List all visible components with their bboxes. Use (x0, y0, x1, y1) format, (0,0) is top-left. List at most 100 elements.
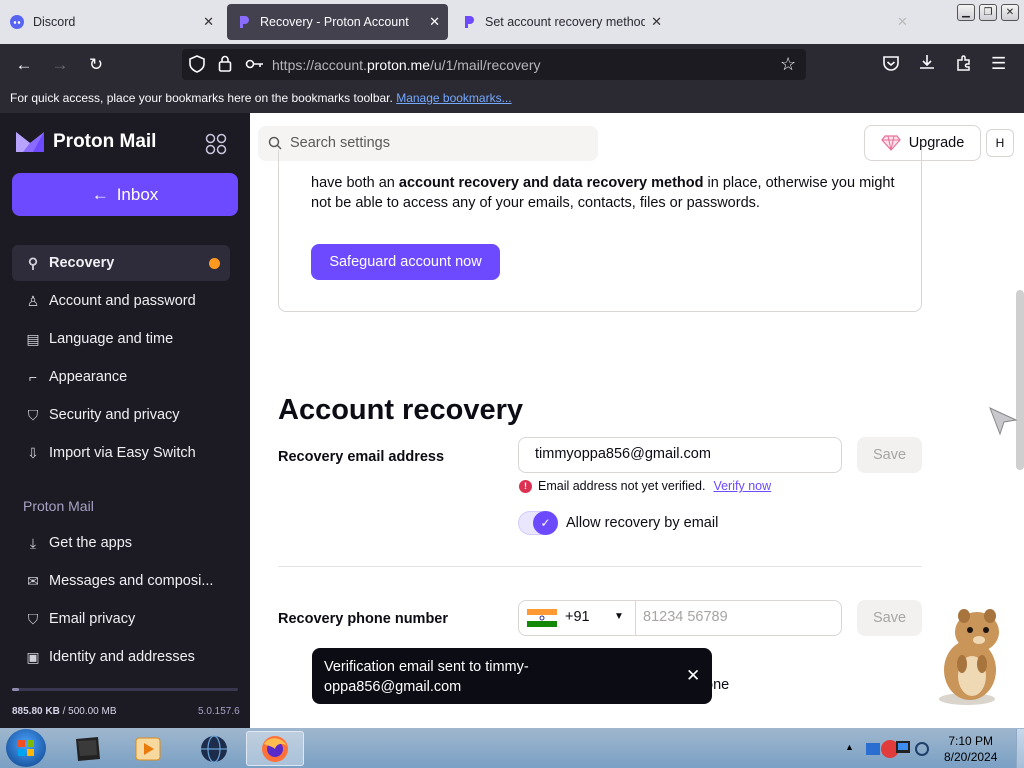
warning-text: Email address not yet verified. (538, 479, 706, 493)
url-text[interactable]: https://account.proton.me/u/1/mail/recov… (272, 57, 540, 73)
country-code[interactable]: +91 (565, 609, 590, 625)
app-switcher-icon[interactable] (205, 133, 227, 155)
envelope-icon: ✉ (27, 572, 39, 589)
bookmark-star-icon[interactable]: ☆ (780, 54, 796, 75)
tray-expand-icon[interactable]: ▲ (845, 742, 854, 752)
diamond-icon (880, 135, 901, 151)
extensions-icon[interactable] (955, 54, 975, 74)
key-icon: ⚲ (27, 254, 39, 271)
id-card-icon: ▣ (26, 648, 40, 665)
safeguard-account-button[interactable]: Safeguard account now (311, 244, 500, 280)
windows-logo-icon (18, 740, 34, 756)
sidebar-item-appearance[interactable]: ⌐ Appearance (12, 359, 230, 395)
cursor-arrow-icon (989, 407, 1018, 436)
verify-now-link[interactable]: Verify now (713, 479, 771, 493)
tray-icons (866, 740, 929, 758)
storage-bar-fill (12, 688, 19, 691)
inbox-button[interactable]: ← Inbox (12, 173, 238, 216)
notification-toast: Verification email sent to timmy-oppa856… (312, 648, 712, 704)
phone-field-separator (635, 601, 636, 635)
manage-bookmarks-link[interactable]: Manage bookmarks... (396, 91, 511, 105)
arrow-left-icon: ← (91, 184, 109, 204)
tab-recovery-proton[interactable]: Recovery - Proton Account ✕ (227, 4, 448, 40)
india-flag-icon[interactable] (527, 609, 557, 627)
proton-mail-logo[interactable]: Proton Mail (15, 130, 156, 154)
language-icon: ▤ (26, 330, 40, 347)
system-tray[interactable] (862, 733, 932, 765)
clock-date: 8/20/2024 (944, 750, 998, 764)
chevron-down-icon[interactable]: ▼ (614, 611, 624, 622)
back-icon[interactable]: ← (10, 51, 38, 79)
proton-mail-logo-icon (16, 132, 44, 152)
lock-icon[interactable] (218, 55, 234, 73)
tab-set-recovery[interactable]: Set account recovery methods ✕ (452, 4, 670, 40)
tab-title: Recovery - Proton Account (260, 15, 409, 29)
sidebar-item-label: Security and privacy (49, 407, 180, 423)
firefox-icon (262, 735, 288, 762)
close-icon[interactable]: ✕ (648, 14, 662, 30)
sidebar-item-label: Messages and composi... (49, 573, 214, 589)
windows-start-button[interactable] (6, 729, 46, 767)
taskbar-app-globe[interactable] (188, 731, 240, 766)
page-title: Account recovery (278, 394, 523, 426)
checkmark-icon[interactable]: ✓ (533, 511, 558, 535)
minimize-button[interactable]: ▁ (957, 4, 975, 21)
recovery-email-field[interactable]: timmyoppa856@gmail.com (518, 437, 842, 473)
sidebar-item-security-privacy[interactable]: ⛉ Security and privacy (12, 397, 230, 433)
sidebar-item-email-privacy[interactable]: ⛉ Email privacy (12, 601, 230, 637)
shield-icon: ⛉ (27, 406, 39, 423)
menu-icon[interactable]: ☰ (991, 54, 1006, 74)
sidebar-item-label: Identity and addresses (49, 649, 195, 665)
phone-placeholder[interactable]: 81234 56789 (643, 609, 728, 625)
hamster-mascot-icon (939, 609, 999, 705)
tab-title: Set account recovery methods (485, 15, 645, 29)
brand-name: Proton Mail (53, 131, 157, 152)
sidebar-item-recovery[interactable]: ⚲ Recovery (12, 245, 230, 281)
reload-icon[interactable]: ↻ (82, 51, 110, 79)
downloads-icon[interactable] (918, 53, 938, 73)
sidebar-item-label: Appearance (49, 369, 128, 385)
terminal-icon (76, 736, 100, 761)
restore-button[interactable]: ❐ (979, 4, 997, 21)
close-icon[interactable]: ✕ (686, 666, 700, 686)
sidebar-item-label: Language and time (49, 331, 174, 347)
sidebar-item-messages-composing[interactable]: ✉ Messages and composi... (12, 563, 230, 599)
scrollbar[interactable] (1016, 290, 1024, 470)
taskbar-app-firefox[interactable] (246, 731, 304, 766)
search-placeholder: Search settings (290, 135, 390, 151)
recovery-email-label: Recovery email address (278, 449, 445, 465)
discord-icon (9, 14, 25, 30)
taskbar-app-terminal[interactable] (62, 731, 114, 766)
download-icon: ⤓ (29, 534, 37, 551)
show-desktop-button[interactable] (1016, 729, 1024, 768)
close-window-button[interactable]: ✕ (1001, 4, 1019, 21)
proton-icon (236, 14, 252, 30)
upgrade-label: Upgrade (908, 135, 965, 151)
taskbar-app-media-player[interactable] (122, 731, 174, 766)
sidebar-item-identity-addresses[interactable]: ▣ Identity and addresses (12, 639, 230, 675)
app-version[interactable]: 5.0.157.6 (198, 706, 240, 717)
pocket-icon[interactable] (882, 54, 902, 74)
close-icon[interactable]: ✕ (429, 14, 440, 30)
sidebar-item-account-password[interactable]: ♙ Account and password (12, 283, 230, 319)
tab-overflow-icon[interactable]: ✕ (897, 14, 908, 30)
system-clock[interactable]: 7:10 PM 8/20/2024 (944, 733, 997, 765)
permissions-key-icon[interactable] (245, 56, 265, 72)
sidebar-item-language-time[interactable]: ▤ Language and time (12, 321, 230, 357)
sidebar-item-get-apps[interactable]: ⤓ Get the apps (12, 525, 230, 561)
tracking-shield-icon[interactable] (188, 54, 208, 74)
divider (278, 566, 922, 567)
media-player-icon (135, 737, 161, 760)
sidebar-item-label: Import via Easy Switch (49, 445, 196, 461)
email-save-button[interactable]: Save (857, 437, 922, 473)
globe-icon (201, 734, 227, 763)
phone-save-button[interactable]: Save (857, 600, 922, 636)
toast-message: Verification email sent to timmy-oppa856… (324, 659, 529, 695)
close-icon[interactable]: ✕ (203, 14, 214, 30)
recovery-warning-text: have both an account recovery and data r… (311, 175, 895, 211)
forward-icon[interactable]: → (46, 51, 74, 79)
sidebar-item-import[interactable]: ⇩ Import via Easy Switch (12, 435, 230, 471)
avatar[interactable]: H (986, 129, 1014, 157)
tab-discord[interactable]: Discord ✕ (0, 4, 222, 40)
sidebar-item-label: Email privacy (49, 611, 136, 627)
